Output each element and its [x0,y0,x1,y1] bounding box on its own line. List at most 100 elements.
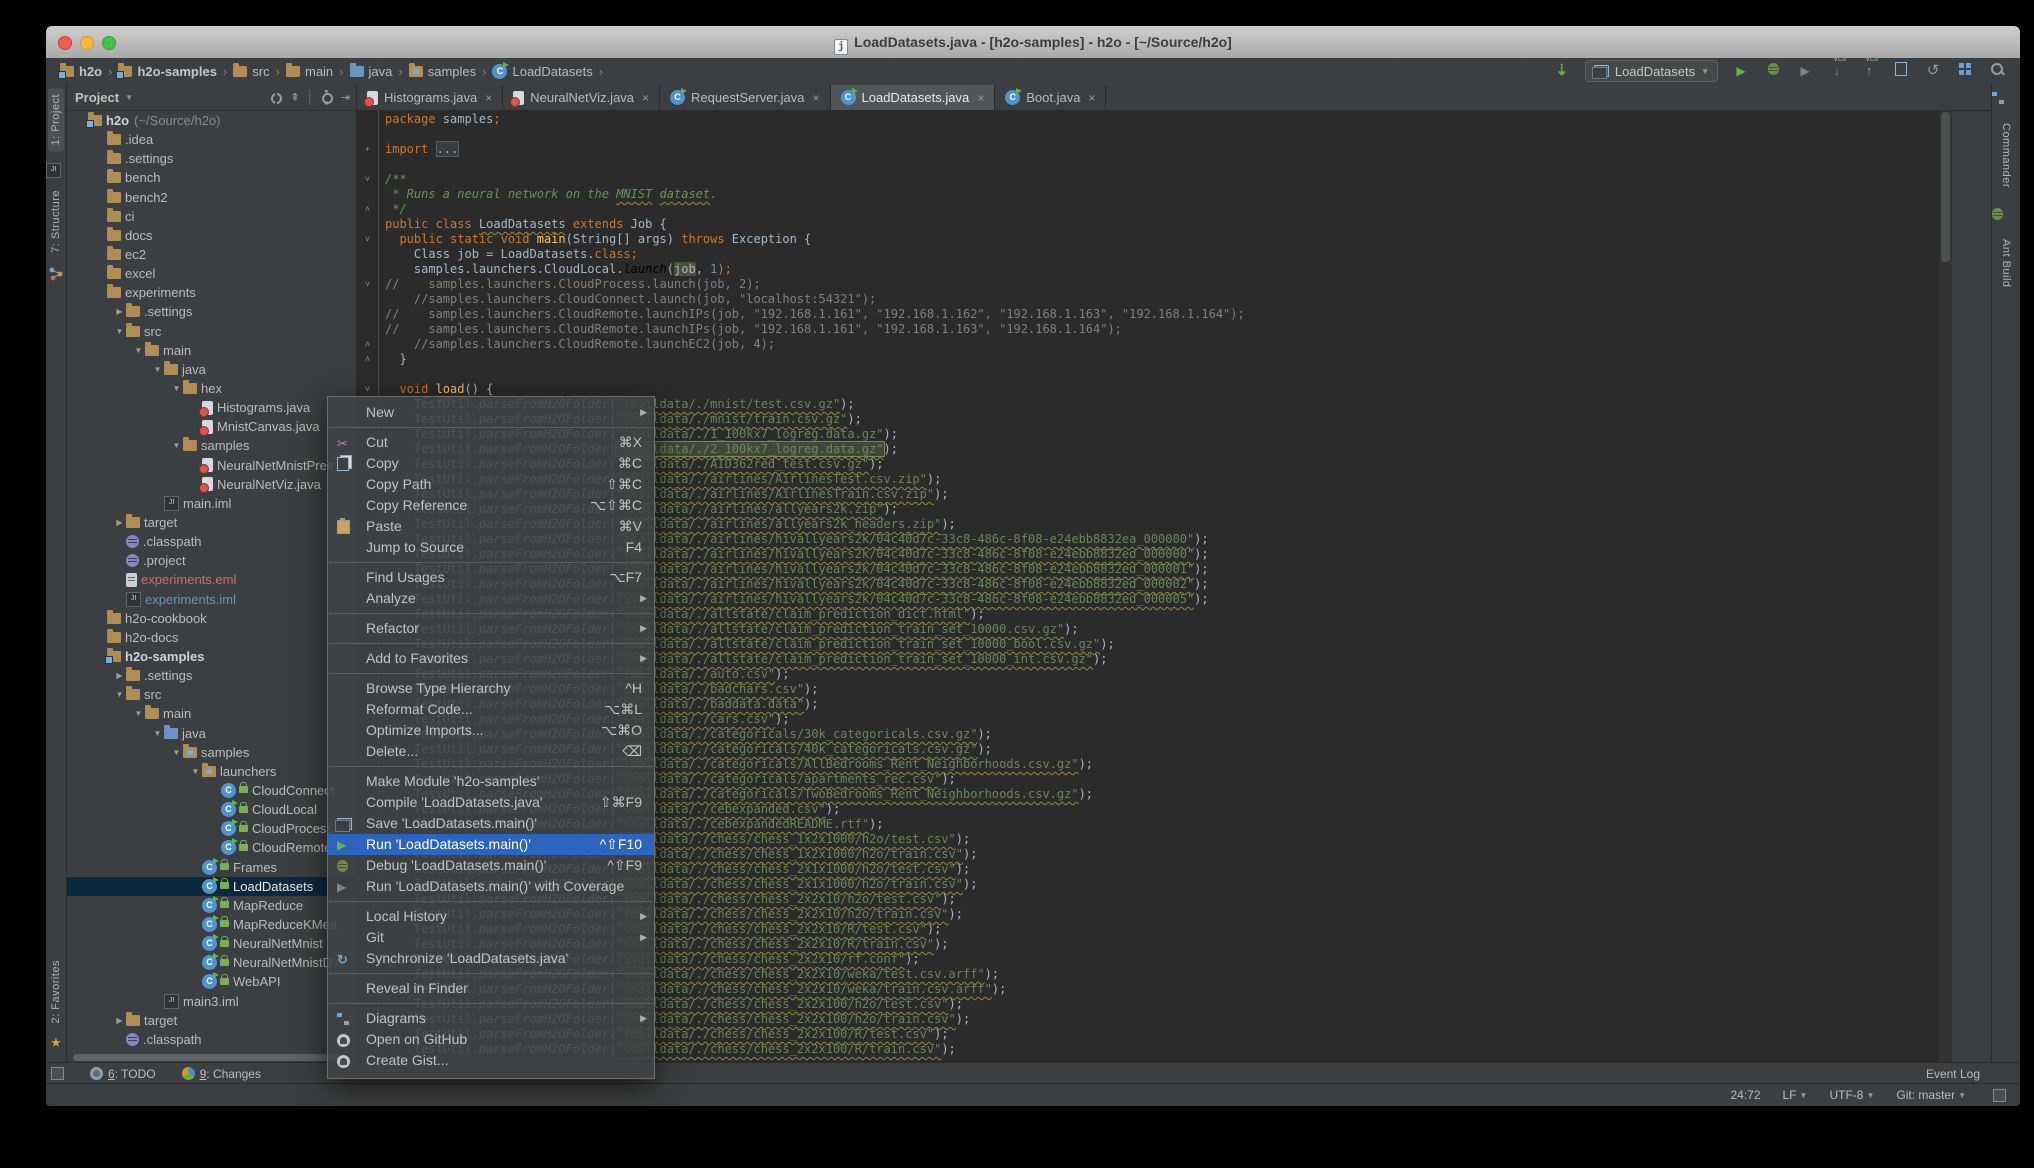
tree-item-frames[interactable]: CFrames [67,857,356,876]
gear-icon[interactable] [320,91,333,104]
tree-item-h2o-docs[interactable]: h2o-docs [67,628,356,647]
expanded-arrow-icon[interactable]: ▼ [151,729,164,738]
menu-item-open-on-github[interactable]: Open on GitHub [328,1029,654,1050]
breadcrumb-item-h2o-samples[interactable]: h2o-samples [118,64,216,79]
menu-item-refactor[interactable]: Refactor▶ [328,618,654,639]
tool-button-commander[interactable]: Commander [1998,117,2014,194]
breadcrumb-item-src[interactable]: src [233,64,269,79]
editor-vertical-scrollbar[interactable] [1939,110,1952,1063]
menu-item-run-loaddatasets-main[interactable]: ▶Run 'LoadDatasets.main()'^⇧F10 [328,834,654,855]
tree-item-classpath[interactable]: .classpath [67,1030,356,1049]
menu-item-synchronize-loaddatasets-java[interactable]: ↻Synchronize 'LoadDatasets.java' [328,948,654,969]
expanded-arrow-icon[interactable]: ▼ [151,365,164,374]
breadcrumb-item-main[interactable]: main [286,64,333,79]
vcs-commit-button[interactable]: VCS↑ [1860,62,1878,80]
expanded-arrow-icon[interactable]: ▼ [132,709,145,718]
tree-item-project[interactable]: .project [67,551,356,570]
tree-item-h2o-samples[interactable]: h2o-samples [67,647,356,666]
event-log-button[interactable]: Event Log [1926,1067,1980,1081]
tree-item-samples[interactable]: ▼samples [67,743,356,762]
close-icon[interactable]: × [977,91,984,105]
run-button[interactable]: ▶ [1732,62,1750,80]
vcs-update-button[interactable]: VCS↓ [1828,62,1846,80]
breadcrumb-item-h2o[interactable]: h2o [60,64,102,79]
memory-indicator-icon[interactable] [1993,1089,2006,1102]
tree-item-webapi[interactable]: CWebAPI [67,972,356,991]
tree-item-src[interactable]: ▼src [67,685,356,704]
close-icon[interactable]: × [642,91,649,105]
locate-icon[interactable] [269,91,282,104]
tree-item-main-iml[interactable]: JImain.iml [67,494,356,513]
menu-item-reformat-code[interactable]: Reformat Code...⌥⌘L [328,699,654,720]
menu-item-copy-path[interactable]: Copy Path⇧⌘C [328,474,654,495]
menu-item-local-history[interactable]: Local History▶ [328,906,654,927]
tree-item-classpath[interactable]: .classpath [67,532,356,551]
expanded-arrow-icon[interactable]: ▼ [170,441,183,450]
tree-item-docs[interactable]: docs [67,226,356,245]
menu-item-browse-type-hierarchy[interactable]: Browse Type Hierarchy^H [328,678,654,699]
expanded-arrow-icon[interactable]: ▼ [132,346,145,355]
menu-item-compile-loaddatasets-java[interactable]: Compile 'LoadDatasets.java'⇧⌘F9 [328,792,654,813]
tree-item-java[interactable]: ▼java [67,724,356,743]
tree-item-bench2[interactable]: bench2 [67,188,356,207]
line-ending-selector[interactable]: LF▼ [1783,1088,1808,1102]
tree-item-ec2[interactable]: ec2 [67,245,356,264]
tab-histograms-java[interactable]: Histograms.java× [357,85,503,110]
tree-item-cloudlocal[interactable]: CCloudLocal [67,800,356,819]
run-configuration-selector[interactable]: LoadDatasets▼ [1585,60,1718,82]
tree-item-cloudconnect[interactable]: CCloudConnect [67,781,356,800]
menu-item-add-to-favorites[interactable]: Add to Favorites▶ [328,648,654,669]
menu-item-delete[interactable]: Delete...⌫ [328,741,654,762]
tool-button-1-project[interactable]: 1: Project [48,88,64,151]
project-view-selector[interactable]: Project ▼ [67,90,133,105]
tree-item-settings[interactable]: ▶.settings [67,666,356,685]
tree-item-h2o-cookbook[interactable]: h2o-cookbook [67,609,356,628]
tree-item-neuralnetmnist[interactable]: CNeuralNetMnist [67,934,356,953]
tree-item-main[interactable]: ▼main [67,704,356,723]
menu-item-paste[interactable]: Paste⌘V [328,516,654,537]
changes-tool-button[interactable]: 9: Changes [182,1067,261,1081]
debug-button[interactable] [1764,62,1782,80]
close-icon[interactable]: × [485,91,492,105]
tab-requestserver-java[interactable]: CRequestServer.java× [660,85,830,110]
menu-item-optimize-imports[interactable]: Optimize Imports...⌥⌘O [328,720,654,741]
menu-item-create-gist[interactable]: Create Gist... [328,1050,654,1071]
tree-item-mapreduce[interactable]: CMapReduce [67,896,356,915]
expanded-arrow-icon[interactable]: ▼ [113,327,126,336]
tab-loaddatasets-java[interactable]: CLoadDatasets.java× [831,85,996,110]
encoding-selector[interactable]: UTF-8▼ [1829,1088,1874,1102]
menu-item-run-loaddatasets-main-with-coverage[interactable]: ▶Run 'LoadDatasets.main()' with Coverage [328,876,654,897]
tree-item-cloudprocess[interactable]: CCloudProcess [67,819,356,838]
tree-item-neuralnetviz-java[interactable]: NeuralNetViz.java [67,475,356,494]
caret-position[interactable]: 24:72 [1731,1088,1761,1102]
menu-item-diagrams[interactable]: Diagrams▶ [328,1008,654,1029]
menu-item-debug-loaddatasets-main[interactable]: Debug 'LoadDatasets.main()'^⇧F9 [328,855,654,876]
tree-item-bench[interactable]: bench [67,168,356,187]
hide-panel-icon[interactable]: ⇥ [341,91,350,104]
tool-button-ant-build[interactable]: Ant Build [1998,233,2014,294]
tree-item-experiments[interactable]: experiments [67,283,356,302]
menu-item-git[interactable]: Git▶ [328,927,654,948]
tree-item-cloudremote[interactable]: CCloudRemote [67,838,356,857]
tree-item-target[interactable]: ▶target [67,513,356,532]
menu-item-copy-reference[interactable]: Copy Reference⌥⇧⌘C [328,495,654,516]
collapsed-arrow-icon[interactable]: ▶ [113,1016,126,1025]
project-structure-button[interactable] [1956,62,1974,80]
tree-item-loaddatasets[interactable]: CLoadDatasets [67,877,356,896]
tree-item-main3-iml[interactable]: JImain3.iml [67,991,356,1010]
tree-item-experiments-eml[interactable]: experiments.eml [67,570,356,589]
close-icon[interactable]: × [1088,91,1095,105]
menu-item-new[interactable]: New▶ [328,402,654,423]
tool-button-2-favorites[interactable]: 2: Favorites [48,954,64,1029]
expanded-arrow-icon[interactable]: ▼ [189,767,202,776]
tree-item-ci[interactable]: ci [67,207,356,226]
breadcrumb-item-samples[interactable]: samples [409,64,476,79]
tree-item-h2o[interactable]: h2o (~/Source/h2o) [67,111,356,130]
menu-item-make-module-h2o-samples[interactable]: Make Module 'h2o-samples' [328,771,654,792]
run-with-coverage-button[interactable]: ▶ [1796,62,1814,80]
tab-neuralnetviz-java[interactable]: NeuralNetViz.java× [503,85,660,110]
toolwindow-toggle-icon[interactable] [51,1067,64,1080]
menu-item-copy[interactable]: Copy⌘C [328,453,654,474]
tree-item-histograms-java[interactable]: Histograms.java [67,398,356,417]
tree-item-excel[interactable]: excel [67,264,356,283]
